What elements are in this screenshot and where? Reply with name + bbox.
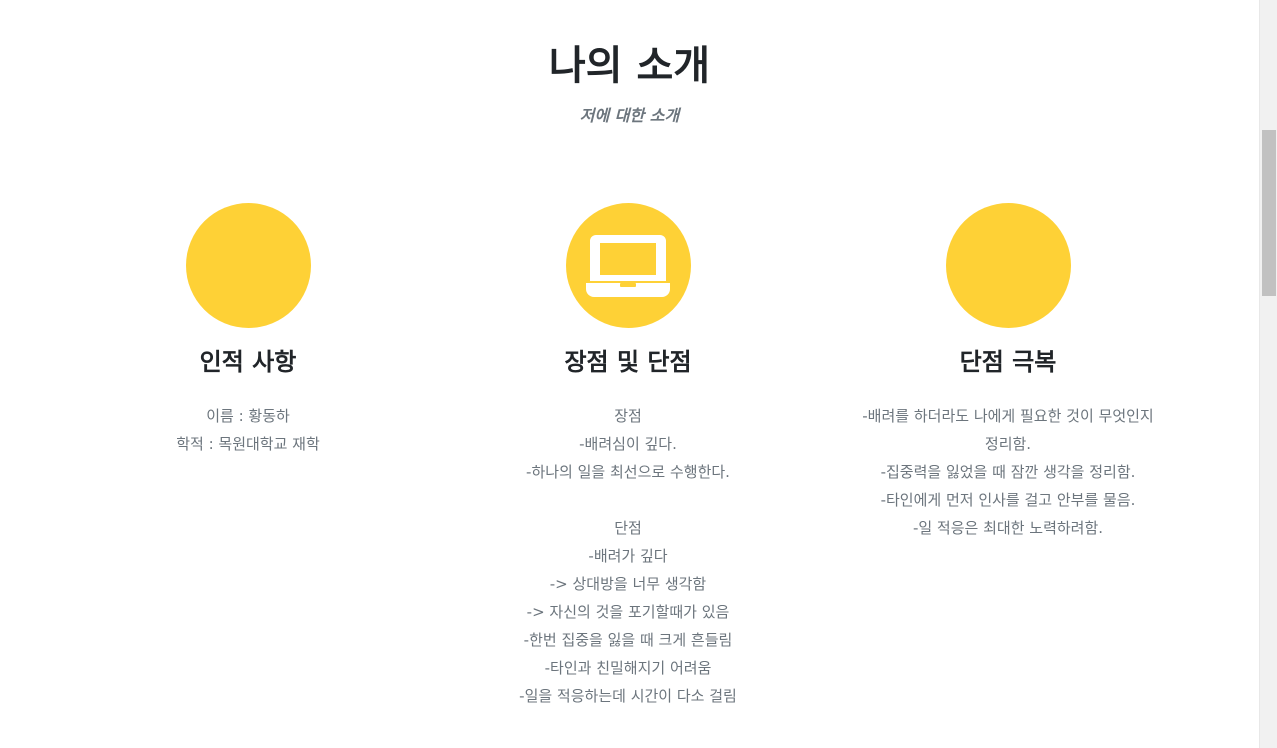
text-line: -일을 적응하는데 시간이 다소 걸림: [519, 687, 737, 705]
text-line: -하나의 일을 최선으로 수행한다.: [526, 463, 730, 481]
circle-badge: [945, 203, 1071, 328]
text-line: -배려심이 깊다.: [579, 435, 677, 453]
scrollbar-thumb[interactable]: [1262, 130, 1276, 296]
text-line: -> 상대방을 너무 생각함: [549, 575, 707, 593]
column-personal-info: 인적 사항 이름 : 황동하 학적 : 목원대학교 재학: [58, 203, 438, 458]
section-title: 나의 소개: [548, 43, 711, 89]
text-line: -배려를 하더라도 나에게 필요한 것이 무엇인지: [862, 407, 1154, 425]
text-line: [438, 486, 818, 514]
circle-badge: [185, 203, 311, 328]
section-subtitle: 저에 대한 소개: [579, 106, 680, 125]
column-text: 이름 : 황동하 학적 : 목원대학교 재학: [58, 402, 438, 458]
column-heading: 인적 사항: [199, 348, 297, 376]
about-section: 나의 소개 저에 대한 소개 인적 사항 이름 : 황동하 학적 : 목원대학교…: [0, 0, 1259, 748]
circle-badge: [565, 203, 691, 328]
text-line: -집중력을 잃었을 때 잠깐 생각을 정리함.: [880, 463, 1136, 481]
text-line: 이름 : 황동하: [206, 407, 290, 425]
text-line: 단점: [614, 519, 642, 537]
column-text: -배려를 하더라도 나에게 필요한 것이 무엇인지 정리함. -집중력을 잃었을…: [838, 402, 1178, 542]
text-line: -한번 집중을 잃을 때 크게 흔들림: [523, 631, 733, 649]
text-line: 학적 : 목원대학교 재학: [176, 435, 320, 453]
text-line: 장점: [614, 407, 642, 425]
column-overcoming-weaknesses: 단점 극복 -배려를 하더라도 나에게 필요한 것이 무엇인지 정리함. -집중…: [818, 203, 1198, 542]
vertical-scrollbar[interactable]: [1259, 0, 1277, 748]
text-line: -일 적응은 최대한 노력하려함.: [912, 519, 1104, 537]
laptop-icon: [585, 235, 670, 297]
page: 나의 소개 저에 대한 소개 인적 사항 이름 : 황동하 학적 : 목원대학교…: [0, 0, 1277, 748]
column-text: 장점 -배려심이 깊다. -하나의 일을 최선으로 수행한다. 단점 -배려가 …: [438, 402, 818, 710]
column-heading: 단점 극복: [959, 348, 1057, 376]
text-line: -타인에게 먼저 인사를 걸고 안부를 물음.: [880, 491, 1136, 509]
text-line: -> 자신의 것을 포기할때가 있음: [526, 603, 730, 621]
text-line: -배려가 깊다: [588, 547, 668, 565]
column-strengths-weaknesses: 장점 및 단점 장점 -배려심이 깊다. -하나의 일을 최선으로 수행한다. …: [438, 203, 818, 710]
text-line: -타인과 친밀해지기 어려움: [544, 659, 712, 677]
column-heading: 장점 및 단점: [564, 348, 692, 376]
text-line: 정리함.: [984, 435, 1032, 453]
